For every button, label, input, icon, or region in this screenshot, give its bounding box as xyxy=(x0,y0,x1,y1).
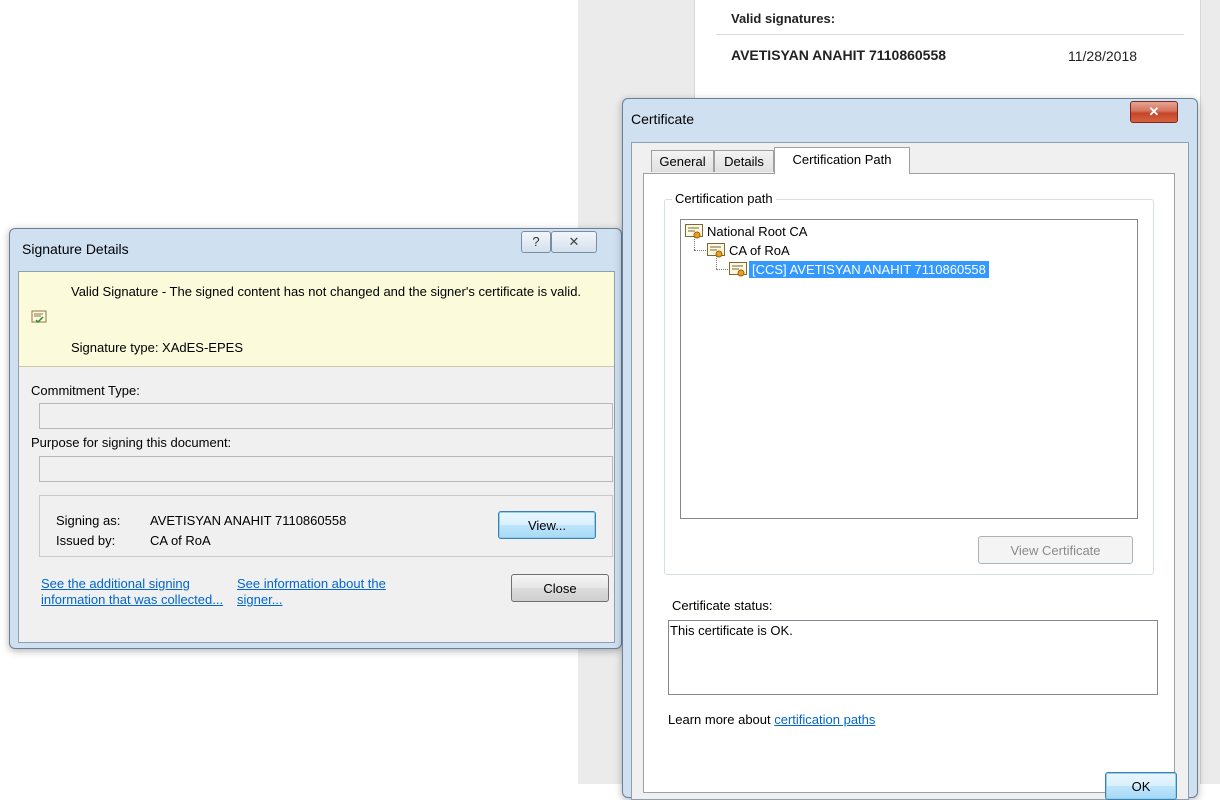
dialog-title: Certificate xyxy=(631,111,695,127)
ok-button[interactable]: OK xyxy=(1105,772,1177,800)
tree-node-label: [CCS] AVETISYAN ANAHIT 7110860558 xyxy=(749,261,989,278)
tree-node-label: CA of RoA xyxy=(729,243,790,258)
signature-status-bar: Valid Signature - The signed content has… xyxy=(19,272,614,367)
close-icon[interactable]: ✕ xyxy=(551,231,597,253)
tree-node-label: National Root CA xyxy=(707,224,808,239)
signing-as-label: Signing as: xyxy=(56,513,121,528)
valid-signatures-heading: Valid signatures: xyxy=(731,11,836,26)
certification-path-page: Certification path National Root CA CA o… xyxy=(643,173,1175,793)
tab-details[interactable]: Details xyxy=(714,150,774,172)
dialog-body: General Details Certification Path Certi… xyxy=(631,142,1189,800)
signer-info-link[interactable]: See information about the signer... xyxy=(237,576,417,608)
certification-path-tree[interactable]: National Root CA CA of RoA [CCS] AVETISY… xyxy=(680,219,1138,519)
certificate-dialog: Certificate ✕ General Details Certificat… xyxy=(622,98,1198,800)
signing-as-value: AVETISYAN ANAHIT 7110860558 xyxy=(150,513,347,528)
signature-status-text: Valid Signature - The signed content has… xyxy=(71,284,582,299)
certificate-icon xyxy=(707,243,725,258)
learn-more-prefix: Learn more about xyxy=(668,712,775,727)
commitment-type-label: Commitment Type: xyxy=(31,383,140,398)
certificate-status-field[interactable]: This certificate is OK. xyxy=(668,620,1158,695)
signer-group: Signing as: AVETISYAN ANAHIT 7110860558 … xyxy=(39,495,613,557)
additional-info-link[interactable]: See the additional signing information t… xyxy=(41,576,231,608)
view-button[interactable]: View... xyxy=(498,511,596,539)
issued-by-label: Issued by: xyxy=(56,533,116,548)
signature-details-dialog: Signature Details ? ✕ Valid Signature - … xyxy=(9,228,622,649)
certification-path-label: Certification path xyxy=(672,191,776,206)
close-icon[interactable]: ✕ xyxy=(1130,101,1178,123)
learn-more-text: Learn more about certification paths xyxy=(668,712,875,727)
view-certificate-button[interactable]: View Certificate xyxy=(978,536,1133,564)
certification-paths-link[interactable]: certification paths xyxy=(774,712,875,727)
signature-type: Signature type: XAdES-EPES xyxy=(71,340,243,355)
certificate-icon xyxy=(685,224,703,239)
tab-certification-path[interactable]: Certification Path xyxy=(774,147,910,174)
dialog-body: Valid Signature - The signed content has… xyxy=(18,271,615,643)
purpose-field[interactable] xyxy=(39,456,613,482)
close-button[interactable]: Close xyxy=(511,574,609,602)
signature-entry-date: 11/28/2018 xyxy=(1068,48,1138,64)
issued-by-value: CA of RoA xyxy=(150,533,211,548)
certificate-icon xyxy=(729,262,747,277)
certificate-icon xyxy=(31,310,47,324)
question-icon[interactable]: ? xyxy=(521,231,551,253)
pane-scrollbar[interactable] xyxy=(1200,0,1220,784)
dialog-title: Signature Details xyxy=(22,241,129,257)
tab-general[interactable]: General xyxy=(651,150,714,172)
purpose-label: Purpose for signing this document: xyxy=(31,435,232,450)
signature-entry-name[interactable]: AVETISYAN ANAHIT 7110860558 xyxy=(731,47,946,63)
commitment-type-field[interactable] xyxy=(39,403,613,429)
divider xyxy=(716,34,1184,35)
certificate-status-label: Certificate status: xyxy=(672,598,773,613)
